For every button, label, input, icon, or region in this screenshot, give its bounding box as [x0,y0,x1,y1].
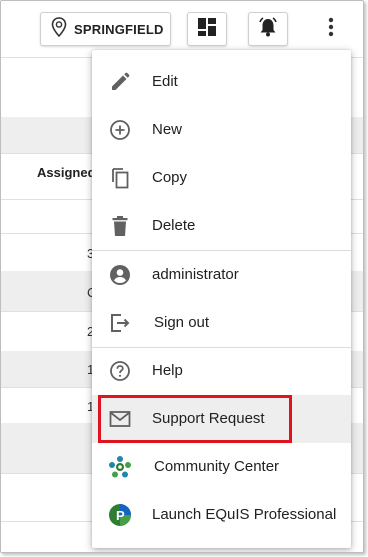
more-menu-button[interactable] [319,14,343,44]
community-icon [108,455,132,479]
column-header-assigned: Assigned [37,165,96,180]
dashboard-button[interactable] [187,12,227,46]
overflow-menu: Edit New Copy Delete administrator Sign … [92,50,351,548]
equis-pro-icon: P [108,503,132,527]
menu-item-label: Community Center [154,458,280,475]
location-pin-icon [49,16,69,43]
copy-icon [108,166,132,190]
menu-item-copy[interactable]: Copy [92,154,351,202]
menu-item-label: Sign out [154,314,210,331]
menu-item-administrator[interactable]: administrator [92,251,351,299]
add-circle-icon [108,118,132,142]
app-window: Assigned 3 C 2 1 1 SPRINGFIELD [0,0,364,553]
svg-text:P: P [116,508,125,523]
menu-item-label: Help [152,362,183,379]
menu-item-label: Copy [152,169,188,186]
alerts-button[interactable] [248,12,288,46]
menu-item-label: administrator [152,266,239,283]
menu-item-label: Support Request [152,410,265,427]
menu-item-edit[interactable]: Edit [92,58,351,106]
pencil-icon [108,70,132,94]
menu-item-label: Launch EQuIS Professional [152,506,337,523]
mail-icon [108,407,132,431]
menu-item-community-center[interactable]: Community Center [92,443,351,491]
menu-item-sign-out[interactable]: Sign out [92,299,351,347]
account-circle-icon [108,263,132,287]
trash-icon [108,214,132,238]
location-button[interactable]: SPRINGFIELD [40,12,171,46]
menu-item-label: Delete [152,217,196,234]
menu-item-new[interactable]: New [92,106,351,154]
bell-icon [257,16,279,43]
menu-item-support-request[interactable]: Support Request [92,395,351,443]
menu-item-help[interactable]: Help [92,347,351,395]
menu-item-launch-equis-professional[interactable]: P Launch EQuIS Professional [92,491,351,539]
dashboard-icon [197,17,217,42]
menu-item-label: New [152,121,183,138]
help-circle-icon [108,359,132,383]
menu-item-delete[interactable]: Delete [92,202,351,250]
sign-out-icon [108,311,132,335]
more-vert-icon [328,17,334,42]
menu-item-label: Edit [152,73,178,90]
location-label: SPRINGFIELD [74,21,164,37]
